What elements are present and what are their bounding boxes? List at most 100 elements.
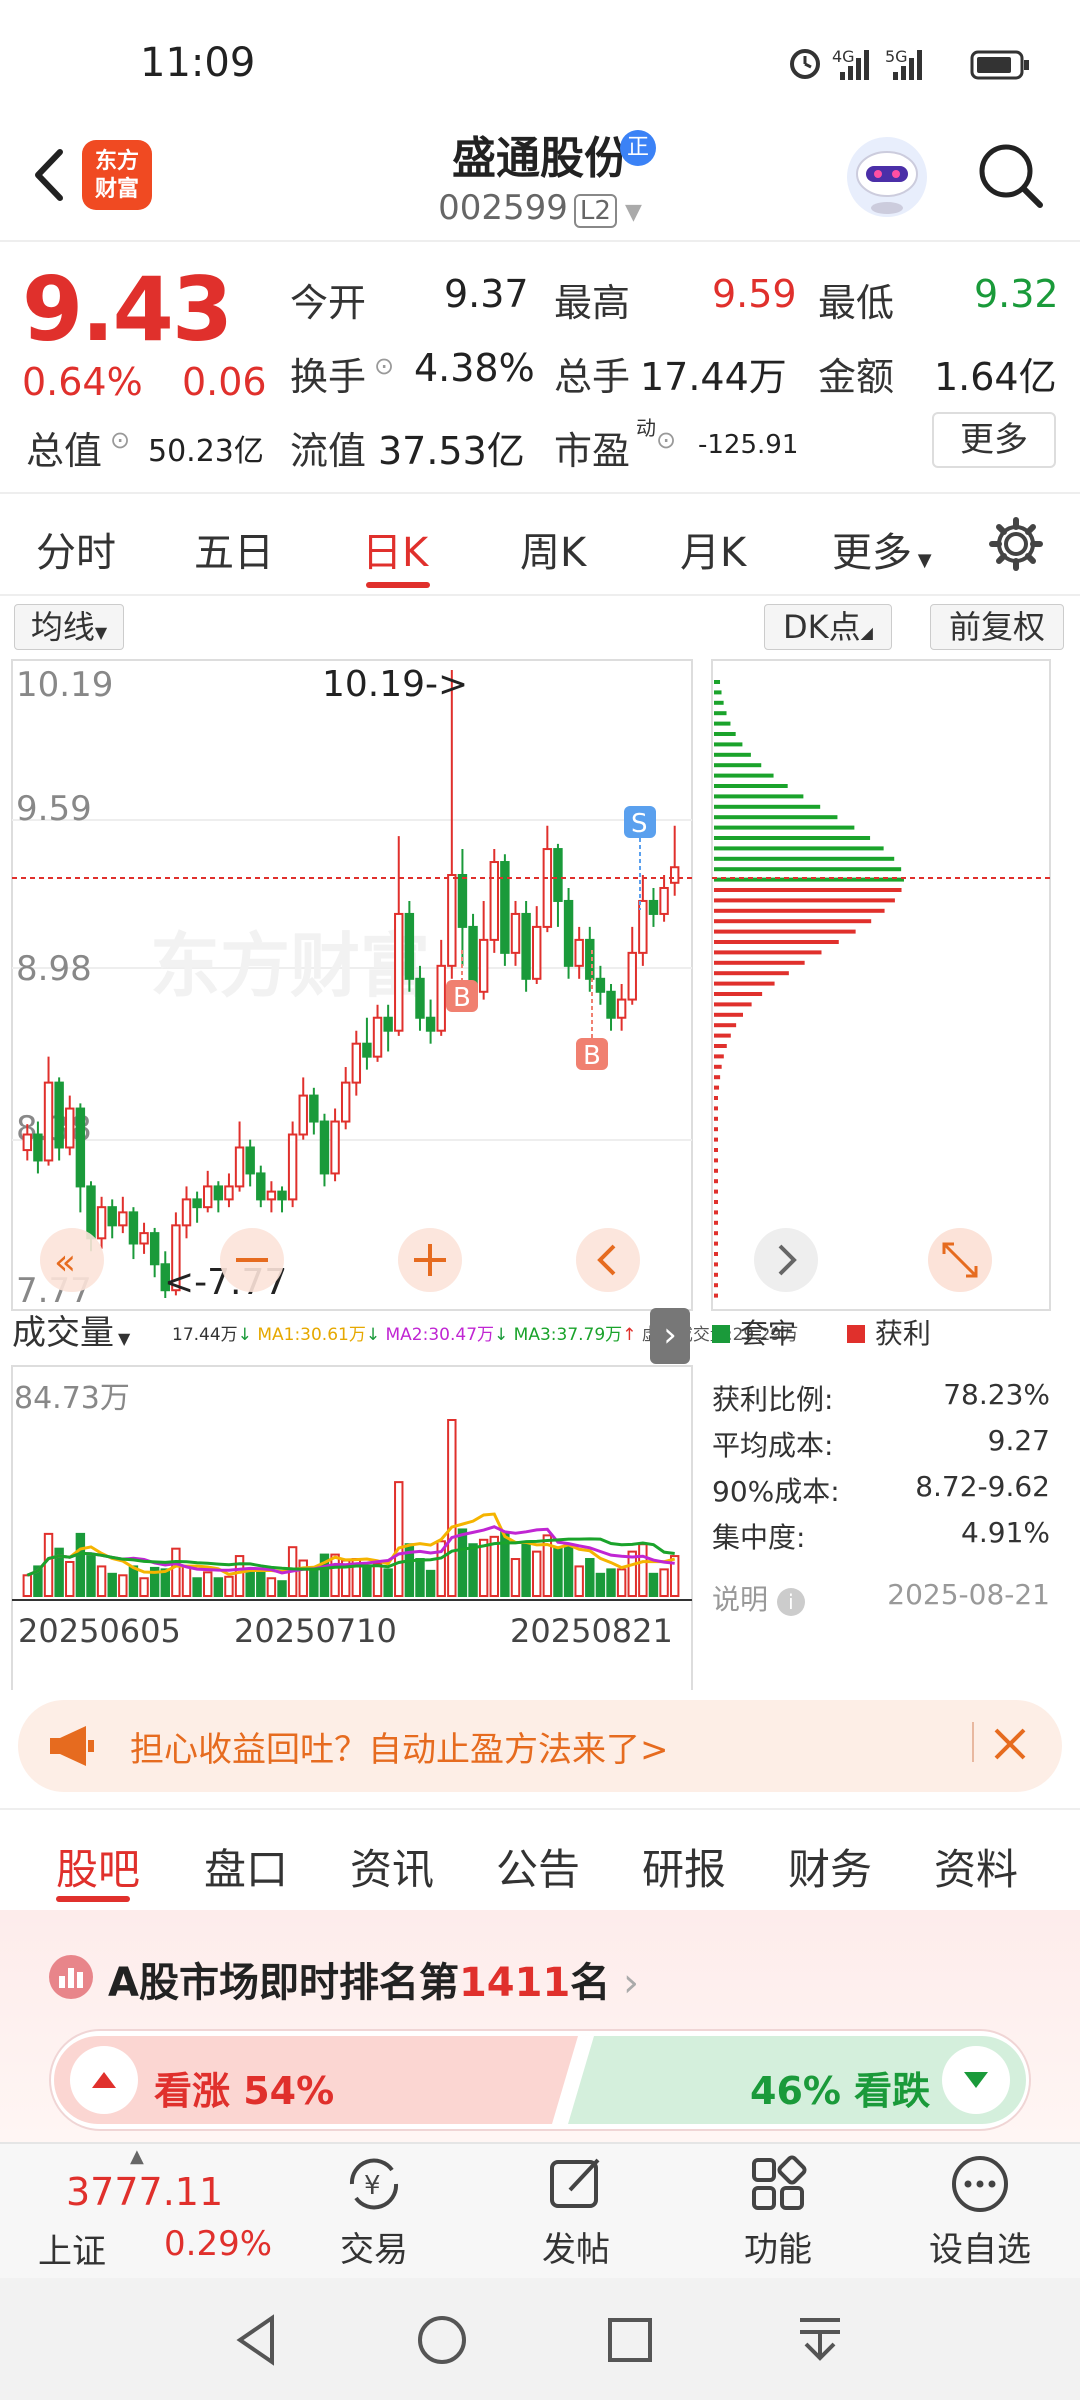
volume-bar [394, 1481, 404, 1598]
volume-bar [128, 1565, 139, 1597]
candle [478, 938, 489, 993]
tab-five-day[interactable]: 五日 [194, 520, 274, 578]
more-quote-button[interactable]: 更多 [932, 412, 1056, 468]
tab-order-book[interactable]: 盘口 [204, 1836, 288, 1897]
grid-functions-icon[interactable] [746, 2152, 810, 2216]
volume-indicator-selector[interactable]: 成交量 ▼ [12, 1312, 164, 1356]
candle [234, 1146, 245, 1188]
nav-add-watchlist[interactable]: 设自选 [910, 2222, 1050, 2271]
net1-label: 4G [832, 47, 855, 66]
candle [107, 1206, 117, 1227]
info-icon[interactable]: ⊙ [374, 352, 394, 380]
y-tick: 8.98 [16, 949, 92, 989]
svg-text:B: B [453, 983, 471, 1013]
candle [404, 912, 415, 980]
date-label: 20250605 [18, 1612, 181, 1650]
low-label: 最低 [818, 281, 895, 325]
index-value[interactable]: 3777.11 [66, 2170, 223, 2214]
candle [659, 886, 669, 915]
chip-bar [714, 1272, 718, 1277]
open-value: 9.37 [444, 272, 529, 316]
candle [96, 1206, 107, 1240]
edit-post-icon[interactable] [544, 2152, 608, 2216]
tab-more[interactable]: 更多 ▼ [832, 520, 932, 578]
settings-gear-icon[interactable] [988, 516, 1044, 572]
market-ranking[interactable]: A股市场即时排名第1411名 › [108, 1950, 639, 2008]
tab-research[interactable]: 研报 [642, 1836, 726, 1897]
explanation-link[interactable]: 说明 i [712, 1578, 805, 1618]
chip-bar [714, 1252, 718, 1256]
chip-bar [714, 1283, 718, 1288]
volume-bar [181, 1565, 192, 1597]
tab-guba[interactable]: 股吧 [56, 1836, 140, 1897]
volume-bar [22, 1574, 33, 1598]
index-name[interactable]: 上证 [38, 2224, 106, 2273]
tab-daily-k[interactable]: 日K [362, 520, 428, 578]
tab-news[interactable]: 资讯 [350, 1836, 434, 1897]
notification-pulldown-icon[interactable] [790, 2310, 850, 2370]
volume-bar [510, 1558, 521, 1597]
nav-functions[interactable]: 功能 [708, 2222, 848, 2271]
y-tick: 10.19 [16, 665, 113, 705]
profit-ratio-label: 获利比例: [712, 1383, 834, 1416]
tab-intraday[interactable]: 分时 [36, 520, 116, 578]
system-nav-bar [0, 2278, 1080, 2400]
candle [500, 861, 510, 954]
chip-bar [714, 742, 743, 747]
float-value: 37.53亿 [378, 429, 525, 473]
candle [648, 899, 659, 915]
info-icon[interactable]: ⊙ [110, 426, 130, 454]
candle [340, 1081, 351, 1123]
chip-bar [714, 1075, 721, 1080]
recents-square-icon[interactable] [600, 2310, 660, 2370]
search-icon[interactable] [970, 135, 1050, 215]
volume-bar [234, 1555, 245, 1597]
robot-assistant-icon[interactable] [842, 132, 932, 222]
tab-monthly-k[interactable]: 月K [680, 520, 746, 578]
trade-yen-icon[interactable]: ¥ [342, 2152, 406, 2216]
candle [351, 1042, 362, 1084]
dk-point-button[interactable]: DK点◢ [764, 604, 892, 650]
candle [425, 1016, 436, 1032]
current-price: 9.43 [22, 258, 233, 361]
y-tick: 9.59 [16, 789, 92, 829]
legend-swatch-trapped [712, 1325, 730, 1343]
chip-bar [714, 721, 731, 726]
volume-bar [383, 1568, 393, 1598]
chevron-right-icon: › [610, 1960, 640, 2006]
candle [595, 977, 606, 993]
nav-trade[interactable]: 交易 [304, 2222, 444, 2271]
info-icon[interactable]: ⊙ [656, 426, 676, 454]
candle [553, 848, 563, 902]
watermark: 东方财富 [150, 925, 430, 1007]
candle [606, 990, 616, 1019]
nav-post[interactable]: 发帖 [506, 2222, 646, 2271]
index-change[interactable]: 0.29% [164, 2224, 272, 2264]
more-dots-icon[interactable] [948, 2152, 1012, 2216]
expand-icon [928, 1228, 992, 1292]
chevron-right-icon[interactable]: › [650, 1308, 690, 1364]
chip-bar [714, 898, 895, 903]
volume-bar [425, 1569, 436, 1597]
volume-bar [532, 1550, 542, 1597]
home-circle-icon[interactable] [412, 2310, 472, 2370]
bearish-label[interactable]: 46% 看跌 [750, 2060, 930, 2115]
tab-announcements[interactable]: 公告 [496, 1836, 580, 1897]
chip-bar [714, 846, 884, 851]
bullish-label[interactable]: 看涨 54% [154, 2060, 334, 2115]
tab-finance[interactable]: 财务 [788, 1836, 872, 1897]
ma-selector[interactable]: 均线▼ [14, 604, 124, 650]
cost90-value: 8.72-9.62 [915, 1470, 1050, 1503]
promo-banner-text[interactable]: 担心收益回吐？自动止盈方法来了> [130, 1722, 669, 1771]
battery-icon [970, 50, 1029, 80]
candle [245, 1146, 255, 1175]
volume-bar [468, 1543, 478, 1597]
tab-weekly-k[interactable]: 周K [520, 520, 586, 578]
adjust-button[interactable]: 前复权 [930, 604, 1064, 650]
tab-profile[interactable]: 资料 [934, 1836, 1018, 1897]
candle [319, 1120, 330, 1175]
back-triangle-icon[interactable] [226, 2310, 286, 2370]
candle [118, 1211, 128, 1227]
close-icon[interactable] [990, 1724, 1030, 1764]
zoom-in-icon [398, 1228, 462, 1292]
